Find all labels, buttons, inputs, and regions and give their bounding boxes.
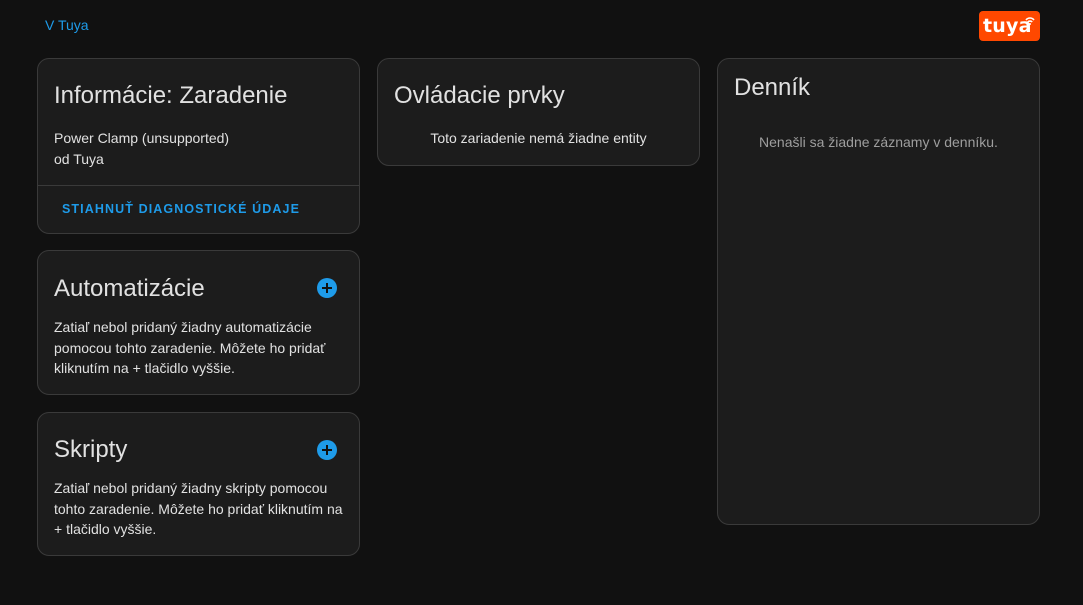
automations-title: Automatizácie xyxy=(54,275,205,302)
device-info-card: Informácie: Zaradenie Power Clamp (unsup… xyxy=(37,58,360,234)
tuya-logo: tuya xyxy=(979,11,1040,41)
logbook-card: Denník Nenašli sa žiadne záznamy v denní… xyxy=(717,58,1040,525)
card-divider xyxy=(38,185,359,186)
device-model: Power Clamp (unsupported) xyxy=(54,130,230,146)
controls-card: Ovládacie prvky Toto zariadenie nemá žia… xyxy=(377,58,700,166)
automations-empty-text: Zatiaľ nebol pridaný žiadny automatizáci… xyxy=(54,319,326,376)
scripts-card: Skripty Zatiaľ nebol pridaný žiadny skri… xyxy=(37,412,360,556)
scripts-title: Skripty xyxy=(54,436,128,463)
logbook-empty-text: Nenašli sa žiadne záznamy v denníku. xyxy=(759,134,998,150)
device-manufacturer: od Tuya xyxy=(54,151,104,167)
automations-card: Automatizácie Zatiaľ nebol pridaný žiadn… xyxy=(37,250,360,395)
logbook-title: Denník xyxy=(734,74,811,101)
device-page: V Tuya tuya Informácie: Zaradenie Power … xyxy=(0,0,1083,605)
add-automation-button[interactable] xyxy=(317,278,337,298)
device-info-title: Informácie: Zaradenie xyxy=(54,82,288,109)
scripts-empty-text: Zatiaľ nebol pridaný žiadny skripty pomo… xyxy=(54,480,343,537)
breadcrumb-back-link[interactable]: V Tuya xyxy=(45,17,89,33)
wifi-icon xyxy=(1025,17,1035,25)
download-diagnostics-button[interactable]: Stiahnuť diagnostické údaje xyxy=(62,202,300,216)
controls-title: Ovládacie prvky xyxy=(394,82,565,109)
add-script-button[interactable] xyxy=(317,440,337,460)
controls-empty-text: Toto zariadenie nemá žiadne entity xyxy=(430,130,647,146)
